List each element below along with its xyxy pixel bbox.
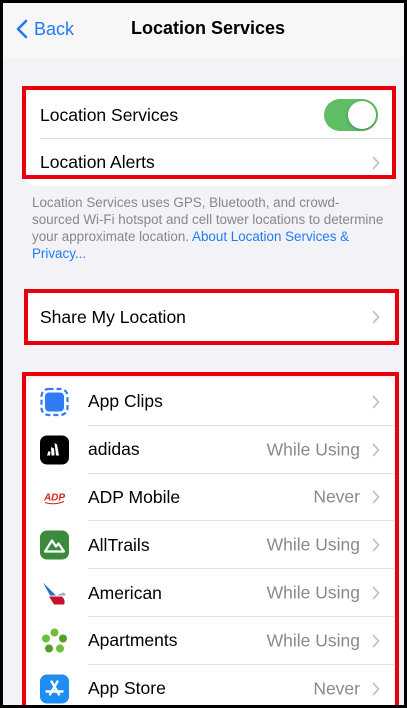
- location-services-footnote: Location Services uses GPS, Bluetooth, a…: [32, 194, 387, 262]
- location-alerts-label: Location Alerts: [40, 152, 155, 172]
- app-row-apartments[interactable]: Apartments While Using: [26, 617, 394, 665]
- app-permission-value: Never: [313, 486, 360, 507]
- chevron-left-icon: [16, 19, 28, 39]
- location-services-row: Location Services: [26, 91, 394, 139]
- app-permission-value: While Using: [266, 630, 360, 651]
- chevron-right-icon: [372, 395, 380, 409]
- app-name: App Clips: [88, 391, 163, 412]
- share-my-location-label: Share My Location: [40, 306, 186, 327]
- app-row-american[interactable]: American While Using: [26, 569, 394, 617]
- app-row-adidas[interactable]: adidas While Using: [26, 426, 394, 474]
- back-button[interactable]: Back: [16, 16, 74, 42]
- chevron-right-icon: [372, 443, 380, 457]
- navigation-bar: Back Location Services: [0, 0, 407, 58]
- chevron-right-icon: [372, 682, 380, 696]
- app-permission-value: While Using: [266, 534, 360, 555]
- toggle-knob: [348, 101, 376, 129]
- app-row-alltrails[interactable]: AllTrails While Using: [26, 521, 394, 570]
- location-alerts-row[interactable]: Location Alerts: [26, 139, 394, 186]
- chevron-right-icon: [372, 586, 380, 600]
- share-my-location-row[interactable]: Share My Location: [26, 293, 394, 341]
- apps-list: App Clips adidas While Using ADP ADP Mob…: [26, 378, 394, 708]
- apartments-icon: [40, 626, 69, 656]
- chevron-right-icon: [372, 156, 380, 169]
- alltrails-icon: [40, 530, 69, 560]
- location-services-group: Location Services Location Alerts: [26, 91, 394, 186]
- location-services-toggle[interactable]: [324, 99, 378, 131]
- app-row-app-store[interactable]: App Store Never: [26, 665, 394, 708]
- adp-icon: ADP: [40, 482, 69, 512]
- page-title: Location Services: [130, 18, 286, 38]
- chevron-right-icon: [372, 491, 380, 504]
- share-my-location-group: Share My Location: [26, 293, 394, 341]
- american-airlines-icon: [40, 578, 69, 608]
- app-store-icon: [40, 674, 69, 704]
- chevron-right-icon: [372, 538, 380, 552]
- app-row-app-clips[interactable]: App Clips: [26, 378, 394, 426]
- adidas-icon: [40, 435, 69, 465]
- back-label: Back: [34, 18, 75, 39]
- app-row-adp-mobile[interactable]: ADP ADP Mobile Never: [26, 474, 394, 522]
- app-permission-value: Never: [313, 678, 360, 699]
- app-permission-value: While Using: [266, 582, 360, 603]
- app-permission-value: While Using: [266, 439, 360, 460]
- chevron-right-icon: [372, 634, 380, 648]
- chevron-right-icon: [372, 310, 380, 324]
- app-clips-icon: [40, 387, 69, 417]
